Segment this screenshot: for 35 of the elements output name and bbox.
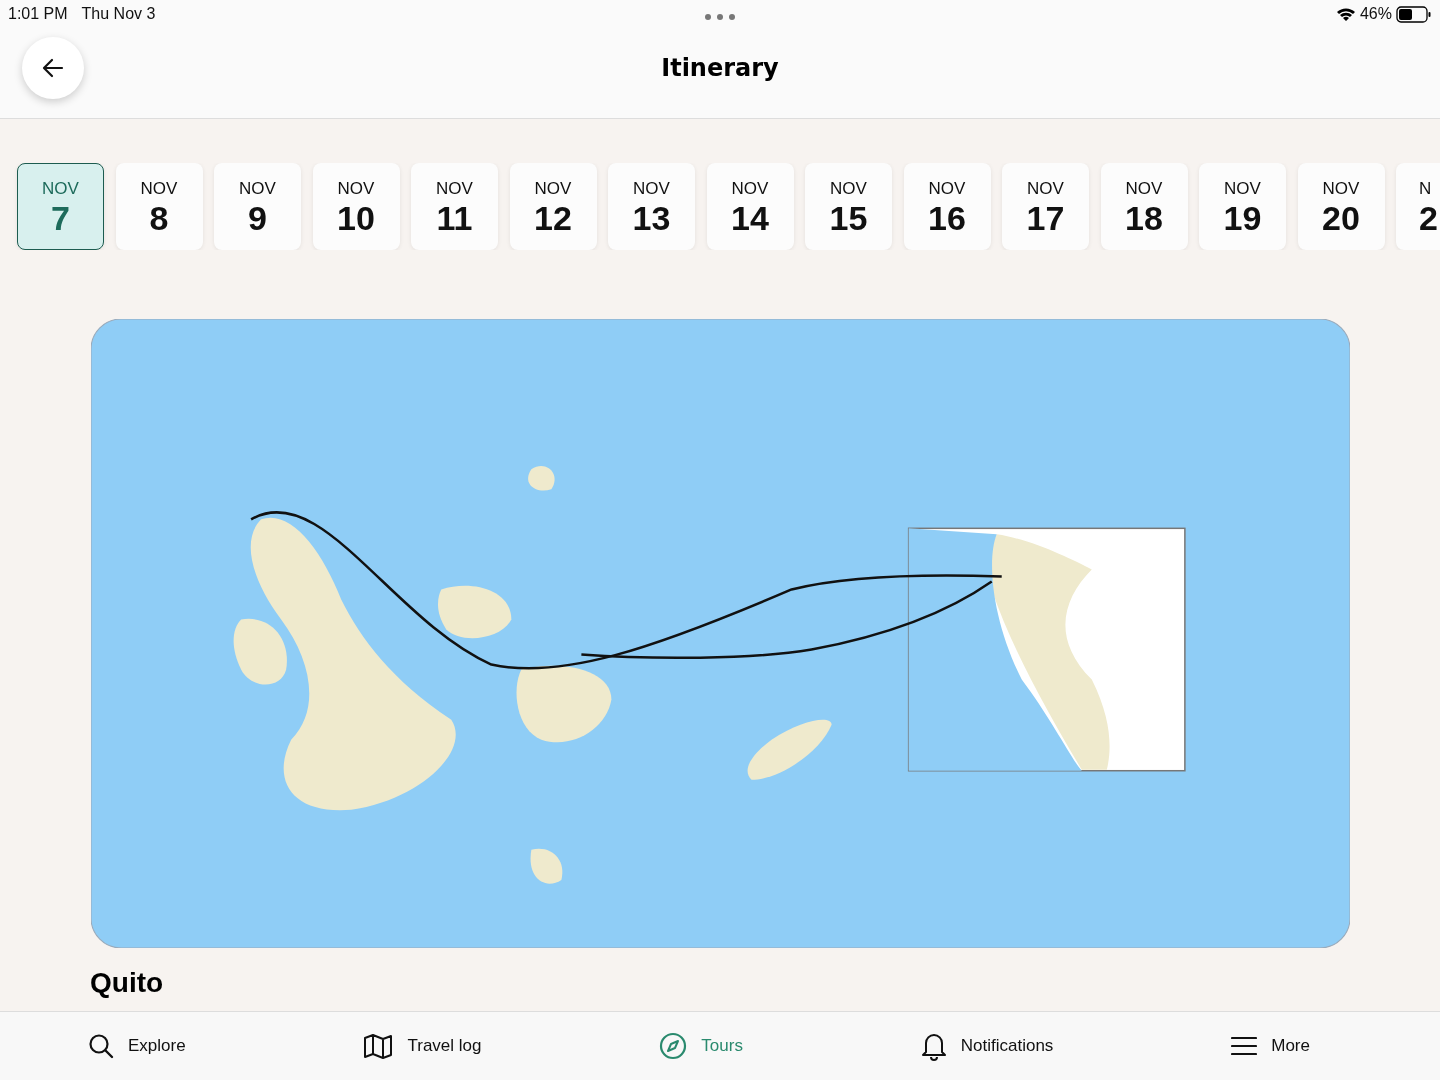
search-icon (88, 1033, 114, 1059)
date-tab[interactable]: NOV 16 (903, 163, 991, 250)
battery-percent: 46% (1359, 5, 1392, 23)
date-tab[interactable]: NOV 15 (805, 163, 892, 250)
status-time: 1:01 PM (8, 5, 68, 23)
compass-icon (659, 1032, 688, 1060)
date-tab[interactable]: N 2 (1396, 163, 1440, 250)
date-tab[interactable]: NOV 12 (509, 163, 597, 250)
wifi-icon (1335, 6, 1356, 22)
date-tab[interactable]: NOV 17 (1002, 163, 1089, 250)
tab-bar-item[interactable]: More (1231, 1036, 1310, 1056)
date-tab[interactable]: NOV 9 (214, 163, 301, 250)
date-tab[interactable]: NOV 18 (1100, 163, 1188, 250)
tab-bar-item[interactable]: Travel log (363, 1033, 482, 1059)
date-tab[interactable]: NOV 13 (608, 163, 695, 250)
date-tab[interactable]: NOV 20 (1297, 163, 1385, 250)
section-heading: Quito (90, 968, 164, 999)
status-date: Thu Nov 3 (81, 5, 156, 23)
tab-bar-item[interactable]: Explore (88, 1033, 186, 1059)
date-tab[interactable]: NOV 11 (411, 163, 498, 250)
map-icon (363, 1033, 394, 1059)
bell-icon (920, 1031, 947, 1061)
battery-icon (1396, 5, 1432, 23)
back-arrow-icon (42, 58, 64, 78)
page-title: Itinerary (661, 54, 779, 82)
tab-bar-item[interactable]: Tours (659, 1032, 743, 1060)
menu-icon (1231, 1036, 1258, 1056)
back-button[interactable] (22, 37, 84, 99)
date-tab[interactable]: NOV 19 (1199, 163, 1286, 250)
date-tab[interactable]: NOV 14 (706, 163, 794, 250)
more-dots-icon (704, 13, 736, 21)
tab-bar-item[interactable]: Notifications (920, 1031, 1054, 1061)
date-tab[interactable]: NOV 10 (312, 163, 400, 250)
date-tab[interactable]: NOV 7 (17, 163, 104, 250)
date-tab[interactable]: NOV 8 (115, 163, 203, 250)
